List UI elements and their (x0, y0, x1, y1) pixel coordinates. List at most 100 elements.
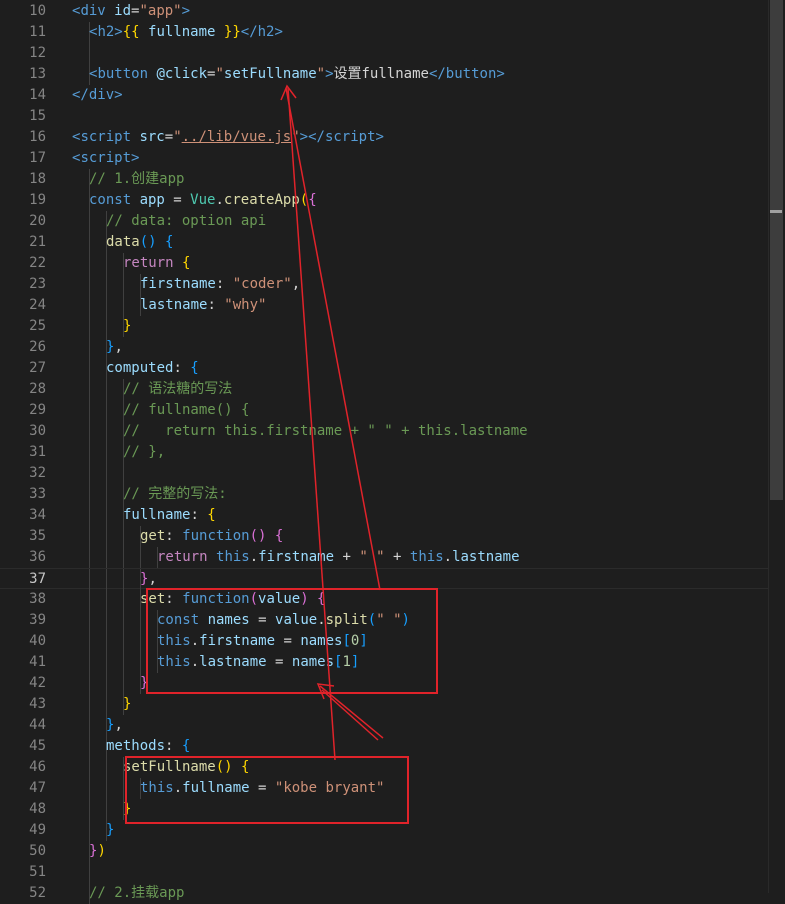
line-number: 20 (29, 213, 46, 229)
code-line[interactable]: 18 // 1.创建app (0, 169, 768, 190)
indent-guide (123, 589, 124, 610)
indent-guide (106, 673, 107, 694)
code-token: }} (215, 24, 241, 40)
code-line[interactable]: 11 <h2>{{ fullname }}</h2> (0, 22, 768, 43)
indent-guide (106, 526, 107, 547)
code-line[interactable]: 27 computed: { (0, 358, 768, 379)
code-token: script (324, 129, 376, 145)
line-code: <div id="app"> (72, 1, 190, 22)
indent-guide (106, 610, 107, 631)
indent-guide (89, 232, 90, 253)
line-number: 11 (29, 24, 46, 40)
line-number: 36 (29, 549, 46, 565)
code-line[interactable]: 50}) (0, 841, 768, 862)
line-number: 23 (29, 276, 46, 292)
code-token: = (164, 129, 174, 145)
vertical-scrollbar[interactable] (768, 0, 785, 893)
code-line[interactable]: 24 lastname: "why" (0, 295, 768, 316)
code-line[interactable]: 32 (0, 463, 768, 484)
code-token: } (123, 318, 132, 334)
code-line[interactable]: 31 // }, (0, 442, 768, 463)
indent-guide (89, 673, 90, 694)
line-number: 26 (29, 339, 46, 355)
code-line[interactable]: 33 // 完整的写法: (0, 484, 768, 505)
code-token: > (114, 24, 123, 40)
indent-guide (89, 211, 90, 232)
code-line[interactable]: 19 const app = Vue.createApp({ (0, 190, 768, 211)
code-token: // return this.firstname + " " + this.la… (123, 423, 528, 439)
indent-guide (89, 715, 90, 736)
code-line[interactable]: 30 // return this.firstname + " " + this.… (0, 421, 768, 442)
code-line[interactable]: 16 <script src="../lib/vue.js"></script> (0, 127, 768, 148)
code-token: script (80, 150, 132, 166)
indent-guide (123, 631, 124, 652)
code-token: ) (97, 843, 106, 859)
line-number: 37 (29, 571, 46, 587)
code-line[interactable]: 12 (0, 43, 768, 64)
indent-guide (106, 631, 107, 652)
code-line[interactable]: 37}, (0, 568, 768, 590)
line-number: 45 (29, 738, 46, 754)
code-token: "why" (224, 297, 267, 313)
code-line[interactable]: 21 data() { (0, 232, 768, 253)
code-line[interactable]: 23 firstname: "coder", (0, 274, 768, 295)
code-line[interactable]: 43} (0, 694, 768, 715)
code-line[interactable]: 22 return { (0, 253, 768, 274)
indent-guide (123, 526, 124, 547)
indent-guide (106, 505, 107, 526)
code-line[interactable]: 14 </div> (0, 85, 768, 106)
code-line[interactable]: 25} (0, 316, 768, 337)
code-line[interactable]: 26}, (0, 337, 768, 358)
line-code: // 1.创建app (89, 169, 184, 190)
line-number: 51 (29, 864, 46, 880)
indent-guide (123, 274, 124, 295)
code-line[interactable]: 36 return this.firstname + " " + this.las… (0, 547, 768, 568)
indent-guide (106, 799, 107, 820)
code-line[interactable]: 52 // 2.挂载app (0, 883, 768, 904)
code-line[interactable]: 29 // fullname() { (0, 400, 768, 421)
code-token: div (80, 3, 106, 19)
line-code: }, (106, 337, 123, 358)
code-token: > (375, 129, 384, 145)
indent-guide (123, 295, 124, 316)
line-number: 40 (29, 633, 46, 649)
line-number: 19 (29, 192, 46, 208)
code-line[interactable]: 20 // data: option api (0, 211, 768, 232)
code-token: ( (299, 192, 309, 208)
indent-guide (89, 442, 90, 463)
code-line[interactable]: 28 // 语法糖的写法 (0, 379, 768, 400)
code-line[interactable]: 45 methods: { (0, 736, 768, 757)
line-code: </div> (72, 85, 123, 106)
indent-guide (140, 547, 141, 568)
code-token: { (182, 255, 191, 271)
code-line[interactable]: 34 fullname: { (0, 505, 768, 526)
code-token: { (308, 192, 317, 208)
indent-guide (106, 442, 107, 463)
line-code: // 语法糖的写法 (123, 379, 232, 400)
code-token: h2 (97, 24, 115, 40)
code-line[interactable]: 35 get: function() { (0, 526, 768, 547)
code-token: firstname (258, 549, 335, 565)
line-code: <script src="../lib/vue.js"></script> (72, 127, 384, 148)
code-line[interactable]: 15 (0, 106, 768, 127)
code-line[interactable]: 10 <div id="app"> (0, 1, 768, 22)
indent-guide (89, 505, 90, 526)
indent-guide (89, 400, 90, 421)
indent-guide (106, 569, 107, 590)
code-token: // fullname() { (123, 402, 250, 418)
indent-guide (106, 274, 107, 295)
code-line[interactable]: 17 <script> (0, 148, 768, 169)
line-number: 32 (29, 465, 46, 481)
code-line[interactable]: 44}, (0, 715, 768, 736)
indent-guide (89, 463, 90, 484)
code-line[interactable]: 13 <button @click="setFullname">设置fullnam… (0, 64, 768, 85)
code-token: : (215, 276, 233, 292)
line-code: data() { (106, 232, 173, 253)
scrollbar-thumb[interactable] (770, 0, 783, 500)
scrollbar-cursor-marker (770, 210, 782, 213)
line-number: 29 (29, 402, 46, 418)
code-line[interactable]: 51 (0, 862, 768, 883)
code-token: </ (428, 66, 446, 82)
line-number: 48 (29, 801, 46, 817)
